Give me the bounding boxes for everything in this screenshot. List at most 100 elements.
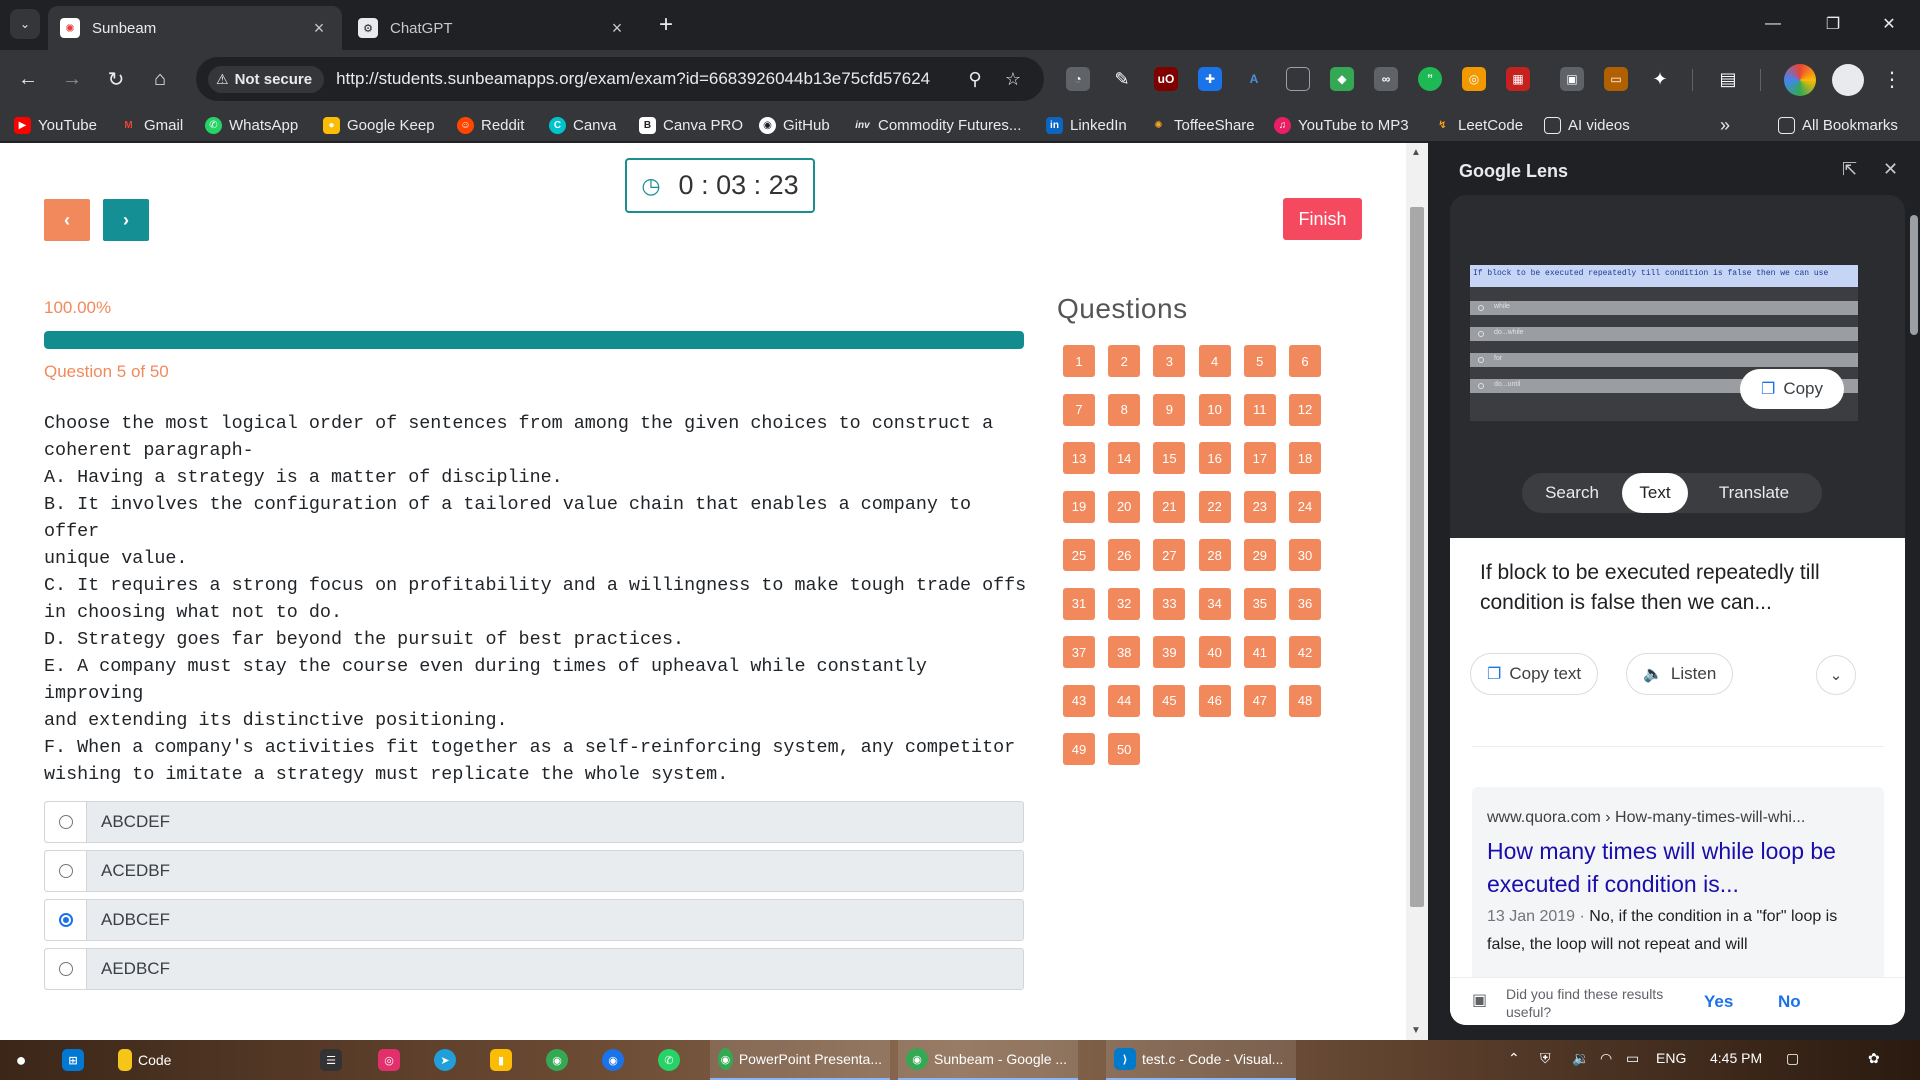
lens-active-icon[interactable] xyxy=(1784,64,1816,96)
question-nav-button[interactable]: 28 xyxy=(1198,539,1231,571)
tray-chevron-up-icon[interactable]: ⌃ xyxy=(1508,1050,1520,1067)
question-nav-button[interactable]: 42 xyxy=(1289,636,1321,668)
reading-list-icon[interactable]: ▤ xyxy=(1716,67,1740,91)
question-nav-button[interactable]: 25 xyxy=(1063,539,1095,571)
question-nav-button[interactable]: 49 xyxy=(1063,733,1095,765)
bookmark-gmail[interactable]: M Gmail xyxy=(120,114,183,136)
question-nav-button[interactable]: 32 xyxy=(1108,587,1141,620)
bookmark-reddit[interactable]: ☺ Reddit xyxy=(457,114,524,136)
question-nav-button[interactable]: 29 xyxy=(1243,539,1276,571)
bookmark-github[interactable]: ◉ GitHub xyxy=(759,114,830,136)
reload-icon[interactable]: ↻ xyxy=(100,63,132,95)
option-label[interactable]: ACEDBF xyxy=(87,851,170,891)
feedback-no-button[interactable]: No xyxy=(1778,992,1801,1012)
open-in-new-tab-icon[interactable]: ⇱ xyxy=(1842,159,1857,180)
tab-close-icon[interactable]: × xyxy=(308,18,330,39)
tray-battery-icon[interactable]: ▭ xyxy=(1626,1050,1639,1067)
copilot-icon[interactable]: ✿ xyxy=(1868,1050,1880,1067)
question-nav-button[interactable]: 3 xyxy=(1153,345,1186,377)
question-nav-button[interactable]: 18 xyxy=(1289,442,1321,474)
answer-option[interactable]: AEDBCF xyxy=(44,948,1024,990)
option-label[interactable]: ABCDEF xyxy=(87,802,170,842)
question-nav-button[interactable]: 1 xyxy=(1063,345,1095,377)
question-nav-button[interactable]: 6 xyxy=(1289,345,1321,377)
question-nav-button[interactable]: 10 xyxy=(1198,393,1231,426)
back-arrow-icon[interactable]: ← xyxy=(12,63,44,95)
feedback-yes-button[interactable]: Yes xyxy=(1704,992,1733,1012)
bookmark-star-icon[interactable]: ☆ xyxy=(1000,66,1026,92)
tray-volume-icon[interactable]: 🔉 xyxy=(1572,1050,1589,1067)
bookmark-youtube-to-mp3[interactable]: ♫ YouTube to MP3 xyxy=(1274,114,1409,136)
tray-shield-icon[interactable]: ⛨ xyxy=(1540,1050,1551,1067)
question-nav-button[interactable]: 14 xyxy=(1108,442,1141,474)
question-nav-button[interactable]: 15 xyxy=(1153,442,1186,474)
question-nav-button[interactable]: 8 xyxy=(1108,393,1141,426)
bookmark-youtube[interactable]: ▶ YouTube xyxy=(14,114,97,136)
question-nav-button[interactable]: 44 xyxy=(1108,684,1141,717)
question-nav-button[interactable]: 34 xyxy=(1198,587,1231,620)
question-nav-button[interactable]: 23 xyxy=(1243,490,1276,523)
radio-cell[interactable] xyxy=(45,900,87,940)
tray-clock[interactable]: 4:45 PM xyxy=(1710,1050,1762,1066)
question-nav-button[interactable]: 30 xyxy=(1289,539,1321,571)
option-label[interactable]: ADBCEF xyxy=(87,900,170,940)
tray-wifi-icon[interactable]: ◠ xyxy=(1600,1050,1612,1067)
profile-avatar[interactable] xyxy=(1832,64,1864,96)
result-source[interactable]: www.quora.com › How-many-times-will-whi.… xyxy=(1487,809,1805,827)
question-nav-button[interactable]: 12 xyxy=(1289,393,1321,426)
extension-chat-icon[interactable]: ” xyxy=(1418,67,1442,91)
tab-text[interactable]: Text xyxy=(1622,473,1688,513)
taskbar-window-powerpoint[interactable]: ◉ PowerPoint Presenta... xyxy=(710,1040,890,1080)
notification-icon[interactable]: ▢ xyxy=(1786,1050,1799,1067)
restore-button[interactable]: ❐ xyxy=(1810,8,1856,40)
radio-cell[interactable] xyxy=(45,949,87,989)
question-nav-button[interactable]: 13 xyxy=(1063,442,1095,474)
bookmark-commodity-futures[interactable]: inv Commodity Futures... xyxy=(854,114,1021,136)
radio-button[interactable] xyxy=(58,962,73,976)
result-title-link[interactable]: How many times will while loop be execut… xyxy=(1487,835,1867,901)
start-button[interactable]: ⊞ xyxy=(62,1045,90,1075)
taskbar-window-vscode[interactable]: ⟩ test.c - Code - Visual... xyxy=(1106,1040,1296,1080)
close-window-button[interactable]: ✕ xyxy=(1866,8,1912,40)
listen-button[interactable]: 🔈 Listen xyxy=(1626,653,1734,695)
page-scrollbar[interactable]: ▲ ▼ xyxy=(1406,143,1428,1040)
question-nav-button[interactable]: 47 xyxy=(1243,684,1276,717)
all-bookmarks[interactable]: All Bookmarks xyxy=(1778,114,1898,136)
tray-language[interactable]: ENG xyxy=(1656,1050,1686,1066)
taskbar-chrome-profile-icon[interactable]: ◉ xyxy=(602,1045,630,1075)
bookmark-leetcode[interactable]: ↯ LeetCode xyxy=(1434,114,1523,136)
lens-scrollbar-thumb[interactable] xyxy=(1910,215,1918,335)
scrollbar-thumb[interactable] xyxy=(1410,207,1424,907)
tab-search[interactable]: Search xyxy=(1522,473,1622,513)
taskbar-notes-icon[interactable]: ▮ xyxy=(490,1045,518,1075)
radio-button-selected[interactable] xyxy=(58,913,73,927)
taskbar-chrome-icon[interactable]: ◉ xyxy=(546,1045,574,1075)
zoom-search-icon[interactable]: ⚲ xyxy=(962,66,988,92)
question-nav-button[interactable]: 40 xyxy=(1198,636,1231,668)
bookmark-whatsapp[interactable]: ✆ WhatsApp xyxy=(205,114,298,136)
forward-arrow-icon[interactable]: → xyxy=(56,63,88,95)
question-nav-button[interactable]: 27 xyxy=(1153,539,1186,571)
expand-chevron-icon[interactable]: ⌄ xyxy=(1816,655,1856,695)
new-tab-button[interactable]: + xyxy=(651,10,681,40)
selected-text-overlay[interactable]: If block to be executed repeatedly till … xyxy=(1470,265,1858,287)
extension-puzzle-blue-icon[interactable]: ✚ xyxy=(1198,67,1222,91)
extension-translate-icon[interactable]: A xyxy=(1242,67,1266,91)
question-nav-button[interactable]: 37 xyxy=(1063,636,1095,668)
search-result-card[interactable]: www.quora.com › How-many-times-will-whi.… xyxy=(1472,787,1884,987)
extension-drive-icon[interactable]: ◆ xyxy=(1330,67,1354,91)
extension-orange-icon[interactable]: ◎ xyxy=(1462,67,1486,91)
extension-ublock-icon[interactable]: uO xyxy=(1154,67,1178,91)
taskbar-window-sunbeam[interactable]: ◉ Sunbeam - Google ... xyxy=(898,1040,1078,1080)
question-nav-button[interactable]: 11 xyxy=(1243,393,1276,426)
previous-question-button[interactable]: ‹ xyxy=(44,199,90,241)
radio-cell[interactable] xyxy=(45,851,87,891)
bookmark-linkedin[interactable]: in LinkedIn xyxy=(1046,114,1127,136)
question-nav-button[interactable]: 48 xyxy=(1289,684,1321,717)
question-nav-button[interactable]: 16 xyxy=(1198,442,1231,474)
question-nav-button[interactable]: 35 xyxy=(1243,587,1276,620)
scroll-down-arrow-icon[interactable]: ▼ xyxy=(1411,1025,1421,1036)
radio-button[interactable] xyxy=(58,815,73,829)
bookmark-canva-pro[interactable]: B Canva PRO xyxy=(639,114,743,136)
question-nav-button[interactable]: 41 xyxy=(1243,636,1276,668)
